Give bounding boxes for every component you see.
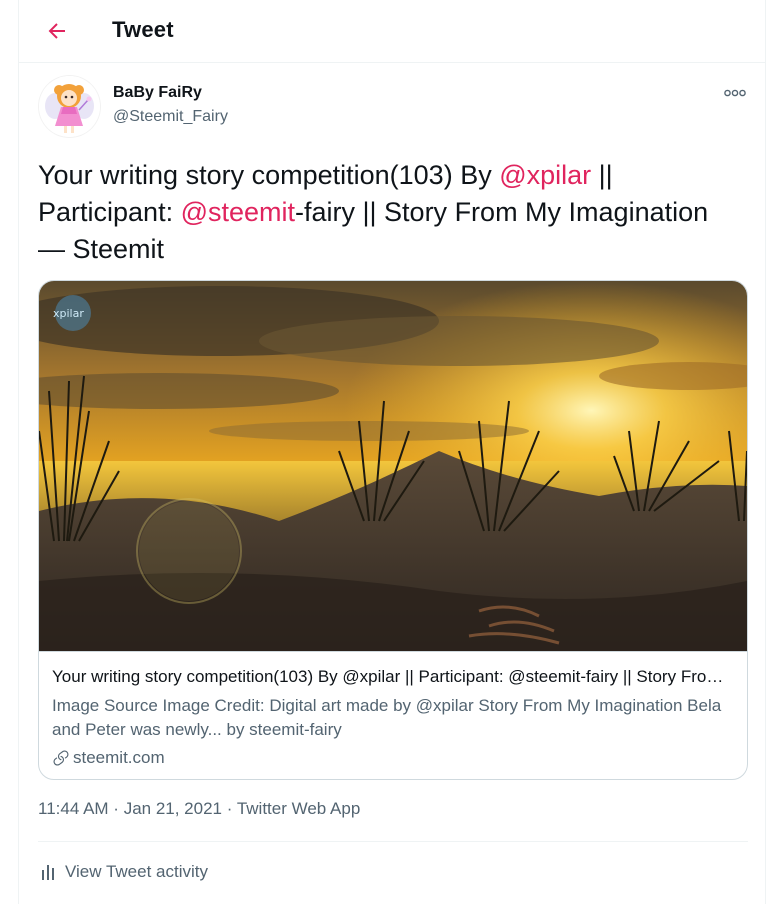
card-title: Your writing story competition(103) By @… [52, 667, 737, 686]
more-options-button[interactable] [723, 84, 747, 102]
tweet-page: Tweet BaBy FaiRy @Steemit_Fairy Your wri… [18, 0, 766, 904]
meta-separator: · [222, 799, 237, 818]
card-image[interactable]: xpilar [39, 281, 747, 652]
tweet-time[interactable]: 11:44 AM [38, 799, 109, 818]
page-title: Tweet [112, 17, 174, 42]
meta-separator: · [108, 799, 124, 818]
card-description: Image Source Image Credit: Digital art m… [52, 696, 722, 739]
arrow-left-icon [48, 23, 65, 39]
bar-chart-icon [41, 863, 57, 881]
tweet-date[interactable]: Jan 21, 2021 [124, 799, 222, 818]
link-icon [52, 749, 70, 767]
mention-link[interactable]: @steemit [181, 197, 295, 227]
tweet-text: Your writing story competition(103) By @… [38, 157, 738, 268]
more-icon [724, 89, 746, 97]
card-domain: steemit.com [52, 747, 737, 769]
page-header: Tweet [19, 0, 765, 63]
avatar[interactable] [39, 76, 100, 137]
back-button[interactable] [39, 13, 75, 49]
link-card[interactable]: xpilar Your writing story competition(10… [38, 280, 748, 780]
view-tweet-activity-button[interactable]: View Tweet activity [38, 862, 208, 882]
card-domain-text: steemit.com [73, 748, 165, 767]
author-handle[interactable]: @Steemit_Fairy [113, 108, 228, 126]
fairy-avatar-icon [39, 76, 100, 137]
svg-text:xpilar: xpilar [53, 307, 84, 320]
author-name[interactable]: BaBy FaiRy [113, 84, 202, 102]
divider [38, 841, 748, 842]
tweet-meta: 11:44 AM · Jan 21, 2021 · Twitter Web Ap… [38, 799, 360, 819]
tweet-source-app[interactable]: Twitter Web App [237, 799, 360, 818]
sunset-beach-image: xpilar [39, 281, 747, 651]
mention-link[interactable]: @xpilar [499, 160, 591, 190]
view-tweet-activity-label: View Tweet activity [65, 862, 208, 881]
card-body: Your writing story competition(103) By @… [52, 666, 737, 769]
tweet-text-part: Your writing story competition(103) By [38, 160, 500, 190]
